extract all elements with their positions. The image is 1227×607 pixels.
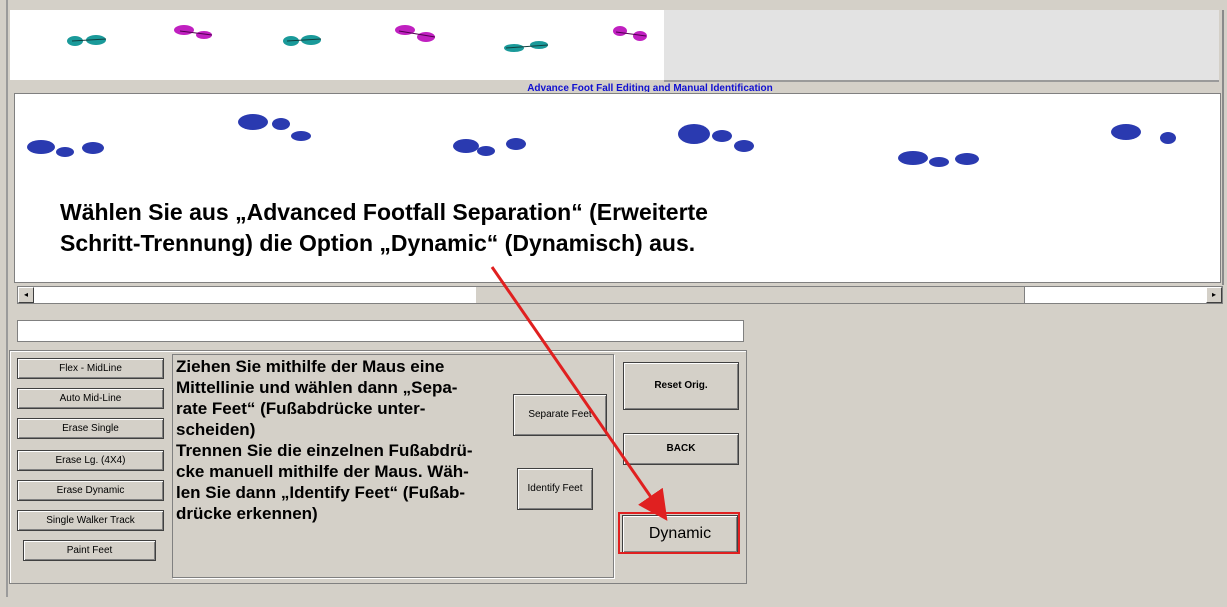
- scroll-thumb[interactable]: [475, 287, 1025, 303]
- teal-footprint-icon: [281, 32, 327, 50]
- scroll-left-arrow-icon[interactable]: ◂: [18, 287, 34, 303]
- status-input[interactable]: [17, 320, 744, 342]
- window-right-border: [1222, 10, 1224, 285]
- separation-instructions: Ziehen Sie mithilfe der Maus eine Mittel…: [176, 356, 536, 524]
- blue-footprint-icon: [676, 122, 756, 154]
- teal-footprint-icon: [502, 38, 552, 56]
- instruction-line: scheiden): [176, 420, 256, 439]
- teal-footprint-icon: [66, 32, 112, 50]
- blue-footprint-icon: [27, 138, 107, 160]
- instruction-callout: Wählen Sie aus „Advanced Footfall Separa…: [60, 197, 860, 259]
- instruction-line: Ziehen Sie mithilfe der Maus eine: [176, 357, 445, 376]
- reset-orig-button[interactable]: Reset Orig.: [623, 362, 739, 410]
- back-button[interactable]: BACK: [623, 433, 739, 465]
- erase-single-button[interactable]: Erase Single: [17, 418, 164, 439]
- instruction-line: rate Feet“ (Fußabdrücke unter-: [176, 399, 426, 418]
- instruction-line: Wählen Sie aus „Advanced Footfall Separa…: [60, 199, 708, 225]
- top-right-panel: [664, 10, 1219, 82]
- blue-footprint-icon: [897, 148, 983, 170]
- footprint-preview-panel: [10, 10, 664, 80]
- erase-dynamic-button[interactable]: Erase Dynamic: [17, 480, 164, 501]
- magenta-footprint-icon: [393, 23, 439, 45]
- flex-midline-button[interactable]: Flex - MidLine: [17, 358, 164, 379]
- instruction-line: len Sie dann „Identify Feet“ (Fußab-: [176, 483, 466, 502]
- horizontal-scrollbar[interactable]: ◂ ▸: [17, 286, 1223, 304]
- window-left-border: [6, 0, 8, 597]
- instruction-line: cke manuell mithilfe der Maus. Wäh-: [176, 462, 469, 481]
- instruction-line: Mittellinie und wählen dann „Sepa-: [176, 378, 458, 397]
- single-walker-track-button[interactable]: Single Walker Track: [17, 510, 164, 531]
- auto-midline-button[interactable]: Auto Mid-Line: [17, 388, 164, 409]
- dynamic-highlight-box: [618, 512, 740, 554]
- magenta-footprint-icon: [172, 23, 218, 41]
- magenta-footprint-icon: [610, 24, 652, 44]
- instruction-line: drücke erkennen): [176, 504, 318, 523]
- blue-footprint-icon: [1110, 122, 1186, 152]
- blue-footprint-icon: [452, 132, 532, 160]
- erase-large-button[interactable]: Erase Lg. (4X4): [17, 450, 164, 471]
- scroll-right-arrow-icon[interactable]: ▸: [1206, 287, 1222, 303]
- paint-feet-button[interactable]: Paint Feet: [23, 540, 156, 561]
- section-title[interactable]: Advance Foot Fall Editing and Manual Ide…: [440, 80, 860, 92]
- instruction-line: Schritt-Trennung) die Option „Dynamic“ (…: [60, 230, 696, 256]
- blue-footprint-icon: [237, 112, 317, 142]
- instruction-line: Trennen Sie die einzelnen Fußabdrü-: [176, 441, 473, 460]
